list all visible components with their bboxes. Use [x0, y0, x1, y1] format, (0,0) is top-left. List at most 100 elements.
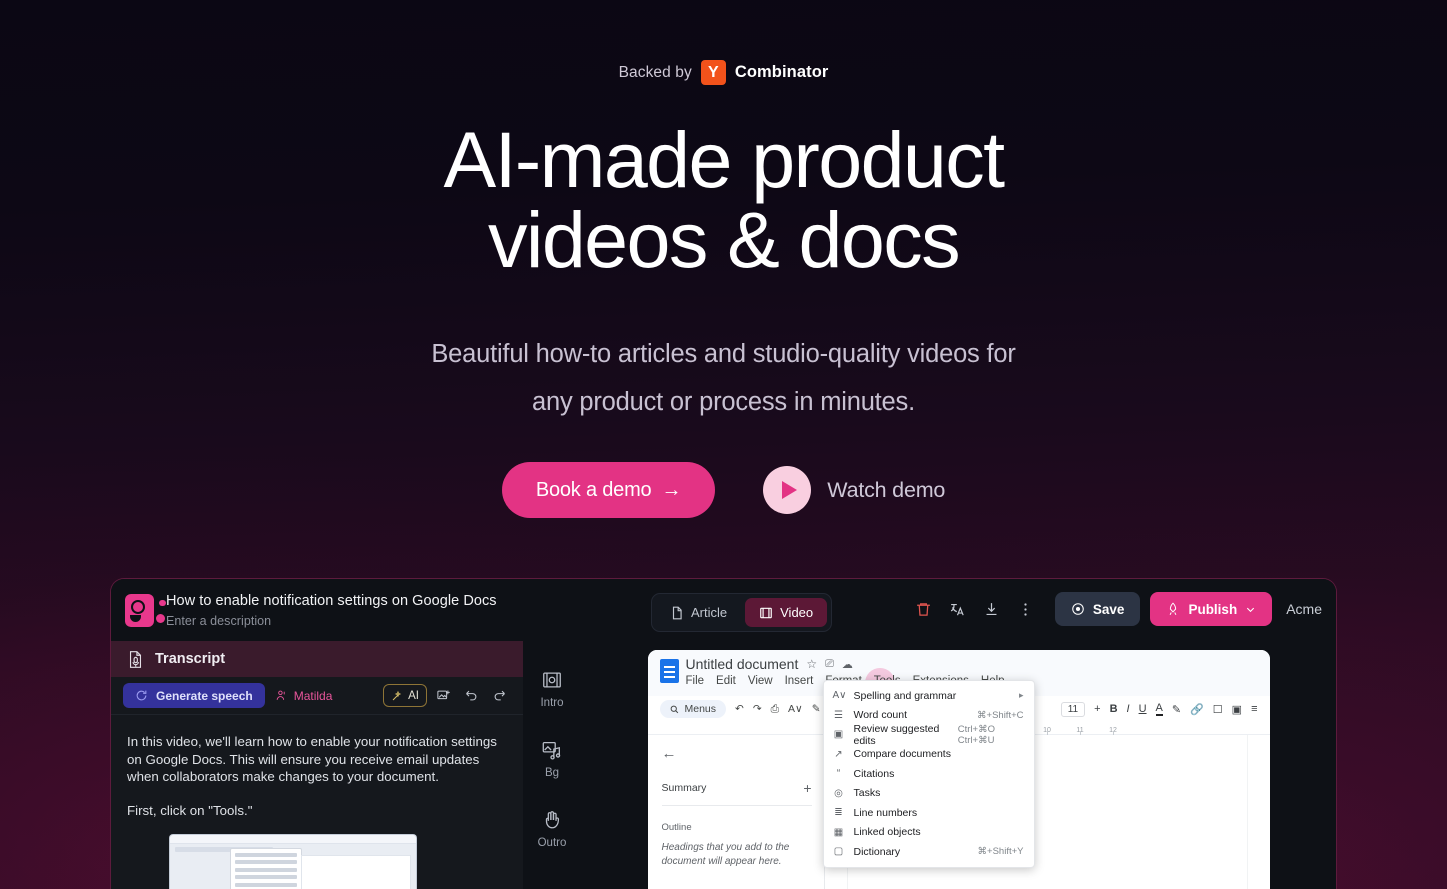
- book-demo-label: Book a demo: [535, 478, 652, 501]
- subtitle-line-2: any product or process in minutes.: [532, 388, 915, 416]
- docs-bold-icon[interactable]: B: [1110, 703, 1118, 715]
- headline-line-1: AI-made product: [443, 115, 1005, 204]
- scene-bg-label: Bg: [544, 767, 560, 779]
- menu-item-line-numbers[interactable]: ≣ Line numbers: [824, 803, 1034, 823]
- docs-link-icon[interactable]: 🔗: [1190, 703, 1204, 716]
- landing-page: Backed by Y Combinator AI-made product v…: [0, 0, 1447, 889]
- waving-hand-icon: [541, 809, 563, 831]
- menu-item-label: Review suggested edits: [853, 722, 940, 747]
- docs-font-size[interactable]: 11: [1060, 701, 1086, 717]
- docs-print-icon[interactable]: ⎙: [771, 703, 779, 716]
- menu-item-label: Word count: [853, 709, 908, 722]
- ruler-tick: 11: [1064, 727, 1097, 735]
- star-icon[interactable]: ☆: [806, 657, 817, 671]
- docs-paint-format-icon[interactable]: ✎: [812, 703, 821, 715]
- docs-menu-file[interactable]: File: [686, 675, 705, 687]
- docs-redo-icon[interactable]: ↷: [753, 703, 762, 715]
- arrow-right-icon: →: [661, 478, 682, 501]
- docs-underline-icon[interactable]: U: [1139, 703, 1147, 715]
- menu-item-compare-documents[interactable]: ↗ Compare documents: [824, 745, 1034, 765]
- transcript-body[interactable]: In this video, we'll learn how to enable…: [111, 715, 523, 819]
- save-button[interactable]: Save: [1054, 592, 1141, 626]
- docs-italic-icon[interactable]: I: [1127, 703, 1130, 715]
- transcript-title: Transcript: [155, 651, 226, 667]
- document-title[interactable]: How to enable notification settings on G…: [166, 593, 497, 609]
- docs-menu-edit[interactable]: Edit: [716, 675, 736, 687]
- docs-increase-font-icon[interactable]: +: [1094, 703, 1100, 715]
- menu-item-label: Tasks: [853, 787, 881, 800]
- scene-rail: Intro Bg Outro: [523, 641, 581, 889]
- google-docs-preview: Untitled document ☆ ⎚ ☁ File Edit View I…: [647, 650, 1270, 889]
- cta-row: Book a demo → Watch demo: [0, 462, 1447, 518]
- menu-item-tasks[interactable]: ◎ Tasks: [824, 784, 1034, 804]
- kebab-menu-icon[interactable]: [1009, 592, 1043, 626]
- line-numbers-icon: ≣: [834, 807, 843, 819]
- menus-label: Menus: [684, 703, 717, 715]
- docs-format-toolbar: 11 + B I U A ✎ 🔗 ☐ ▣ ≡: [1060, 701, 1258, 717]
- transcript-header: Transcript: [111, 641, 523, 677]
- menu-item-spelling-and-grammar[interactable]: A∨ Spelling and grammar ▸: [824, 686, 1034, 706]
- add-summary-icon[interactable]: +: [803, 780, 811, 796]
- docs-text-color-icon[interactable]: A: [1155, 702, 1163, 716]
- transcript-paragraph: First, click on "Tools.": [127, 802, 253, 818]
- undo-icon[interactable]: [459, 684, 483, 708]
- thumbnail-menu: [230, 848, 302, 889]
- page-title: AI-made product videos & docs: [0, 120, 1447, 280]
- docs-tools-dropdown: A∨ Spelling and grammar ▸ ☰ Word count ⌘…: [822, 680, 1035, 868]
- yc-logo-icon: Y: [700, 60, 726, 85]
- docs-outline-pane: ← Summary + Outline Headings that you ad…: [647, 735, 825, 889]
- book-demo-button[interactable]: Book a demo →: [501, 462, 716, 518]
- docs-undo-icon[interactable]: ↶: [735, 703, 744, 715]
- ai-assist-button[interactable]: AI: [383, 684, 427, 707]
- trash-icon[interactable]: [907, 592, 941, 626]
- menu-item-citations[interactable]: “ Citations: [824, 764, 1034, 784]
- menu-item-review-suggested-edits[interactable]: ▣ Review suggested edits Ctrl+⌘O Ctrl+⌘U: [824, 722, 1034, 747]
- insert-image-icon[interactable]: [431, 684, 455, 708]
- scene-intro[interactable]: Intro: [540, 669, 564, 709]
- transcript-screenshot-thumbnail[interactable]: [169, 834, 417, 889]
- docs-spellcheck-icon[interactable]: A∨: [788, 703, 803, 715]
- generate-speech-label: Generate speech: [156, 688, 253, 703]
- docs-image-icon[interactable]: ▣: [1232, 703, 1242, 716]
- film-icon: [759, 606, 773, 620]
- rocket-icon: [1166, 602, 1180, 616]
- chevron-down-icon: [1245, 604, 1256, 615]
- tab-video[interactable]: Video: [745, 598, 828, 627]
- docs-align-icon[interactable]: ≡: [1251, 703, 1257, 715]
- docs-menu-insert[interactable]: Insert: [785, 675, 814, 687]
- watch-demo-button[interactable]: Watch demo: [763, 466, 945, 514]
- dictionary-icon: ▢: [833, 846, 844, 858]
- docs-comment-icon[interactable]: ☐: [1213, 703, 1223, 716]
- menu-item-label: Linked objects: [853, 826, 921, 839]
- transcript-paragraph: In this video, we'll learn how to enable…: [127, 734, 497, 785]
- publish-button[interactable]: Publish: [1150, 592, 1273, 626]
- generate-speech-button[interactable]: Generate speech: [123, 683, 265, 708]
- ruler-tick: 12: [1097, 727, 1130, 735]
- tab-article[interactable]: Article: [656, 598, 741, 627]
- scene-outro-label: Outro: [537, 837, 567, 849]
- move-folder-icon[interactable]: ⎚: [825, 658, 834, 671]
- document-icon: [670, 606, 684, 620]
- translate-icon[interactable]: [941, 592, 975, 626]
- transcript-panel: Transcript Generate speech Matilda AI In…: [111, 641, 523, 889]
- docs-menus-search[interactable]: Menus: [659, 700, 727, 718]
- scene-intro-label: Intro: [540, 697, 564, 709]
- voice-selector[interactable]: Matilda: [275, 689, 332, 703]
- app-window: How to enable notification settings on G…: [110, 578, 1337, 889]
- menu-item-dictionary[interactable]: ▢ Dictionary ⌘+Shift+Y: [824, 842, 1034, 862]
- scene-bg[interactable]: Bg: [541, 739, 563, 779]
- back-arrow-icon[interactable]: ←: [662, 745, 812, 762]
- docs-highlight-icon[interactable]: ✎: [1172, 703, 1181, 716]
- save-icon: [1071, 602, 1085, 616]
- menu-item-linked-objects[interactable]: ▦ Linked objects: [824, 823, 1034, 843]
- word-count-icon: ☰: [834, 709, 843, 721]
- docs-menu-view[interactable]: View: [748, 675, 773, 687]
- workspace-switcher[interactable]: Acme: [1286, 601, 1322, 617]
- docs-document-name[interactable]: Untitled document ☆ ⎚ ☁: [686, 656, 1260, 672]
- redo-icon[interactable]: [487, 684, 511, 708]
- document-description-input[interactable]: Enter a description: [166, 614, 497, 628]
- download-icon[interactable]: [975, 592, 1009, 626]
- menu-item-shortcut: ⌘+Shift+Y: [977, 846, 1024, 858]
- scene-outro[interactable]: Outro: [537, 809, 567, 849]
- tab-article-label: Article: [691, 605, 728, 620]
